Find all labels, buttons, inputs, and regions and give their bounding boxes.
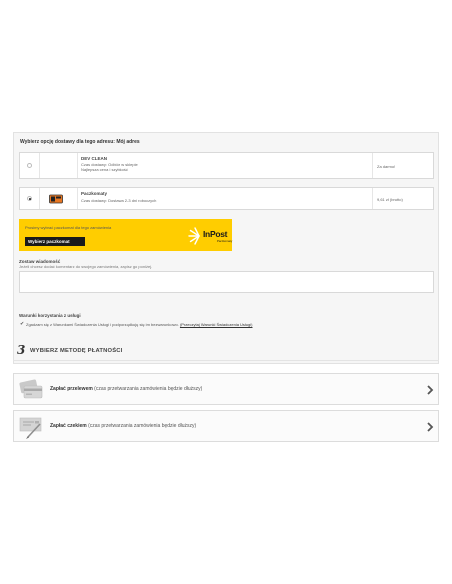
inpost-logo-text: InPost (203, 229, 228, 239)
carrier-logo-cell (40, 188, 78, 209)
payment-option-bankwire[interactable]: Zapłać przelewem (czas przetwarzania zam… (13, 373, 439, 405)
carrier-radio-cell[interactable] (20, 153, 40, 178)
payment-label: Zapłać przelewem (czas przetwarzania zam… (50, 386, 202, 392)
payment-method-name: Zapłać przelewem (50, 386, 93, 392)
inpost-banner: Prosimy wybrać paczkomat dla tego zamówi… (19, 219, 232, 251)
carrier-logo-cell (40, 153, 78, 178)
carrier-description: Najlepsza cena i szybkość (81, 167, 128, 172)
terms-text: Zgadzam się z Warunkami Świadczenia Usłu… (26, 322, 179, 327)
terms-title: Warunki korzystania z usługi (19, 313, 81, 318)
order-message-textarea[interactable] (19, 271, 434, 293)
payment-option-cheque[interactable]: Zapłać czekiem (czas przetwarzania zamów… (13, 410, 439, 442)
carrier-radio-cell[interactable] (20, 188, 40, 209)
inpost-logo-subtitle: Paczkomaty (217, 239, 233, 243)
divider (13, 360, 439, 361)
carrier-price: 9,61 zł (brutto) (377, 197, 403, 202)
choose-parcel-locker-button[interactable]: Wybierz paczkomat (25, 237, 85, 246)
carrier-row-dev-clean[interactable]: DEV CLEAN Czas dostawy: Odbiór w sklepie… (19, 152, 434, 179)
delivery-options-panel: Wybierz opcję dostawy dla tego adresu: M… (13, 132, 439, 364)
message-hint: Jeżeli chcesz dodać komentarz do swojego… (19, 264, 153, 269)
carrier-info-cell: DEV CLEAN Czas dostawy: Odbiór w sklepie… (78, 153, 373, 178)
cheque-icon (19, 417, 42, 439)
delivery-heading: Wybierz opcję dostawy dla tego adresu: M… (20, 139, 140, 145)
carrier-info-cell: Paczkomaty Czas dostawy: Dostawa 2-3 dni… (78, 188, 373, 209)
carrier-delivery-time: Czas dostawy: Dostawa 2-3 dni roboczych (81, 198, 157, 203)
inpost-logo: InPost Paczkomaty (187, 227, 233, 245)
carrier-price: Za darmo! (377, 164, 396, 169)
payment-method-note: (czas przetwarzania zamówienia będzie dł… (86, 423, 197, 429)
carrier-price-cell: 9,61 zł (brutto) (373, 188, 433, 209)
carrier-radio-paczkomaty[interactable] (27, 196, 32, 201)
inpost-notice: Prosimy wybrać paczkomat dla tego zamówi… (25, 225, 112, 230)
credit-card-icon (19, 379, 43, 399)
carrier-row-paczkomaty[interactable]: Paczkomaty Czas dostawy: Dostawa 2-3 dni… (19, 187, 434, 210)
payment-method-name: Zapłać czekiem (50, 423, 87, 429)
step-number: 3 (17, 343, 26, 357)
carrier-name: Paczkomaty (81, 191, 108, 196)
terms-label: Zgadzam się z Warunkami Świadczenia Usłu… (26, 322, 252, 327)
payment-label: Zapłać czekiem (czas przetwarzania zamów… (50, 423, 196, 429)
chevron-right-icon (427, 385, 434, 395)
inpost-rays-icon (188, 227, 200, 245)
carrier-radio-dev-clean[interactable] (27, 163, 32, 168)
terms-link[interactable]: (Przeczytaj Warunki Świadczenia Usługi) (180, 322, 253, 327)
payment-step-title: WYBIERZ METODĘ PŁATNOŚCI (30, 348, 123, 354)
payment-method-note: (czas przetwarzania zamówienia będzie dł… (92, 386, 203, 392)
chevron-right-icon (427, 422, 434, 432)
terms-checkbox[interactable]: ✔ (20, 322, 24, 327)
parcel-locker-icon (49, 194, 63, 204)
carrier-name: DEV CLEAN (81, 156, 108, 161)
carrier-price-cell: Za darmo! (373, 153, 433, 178)
